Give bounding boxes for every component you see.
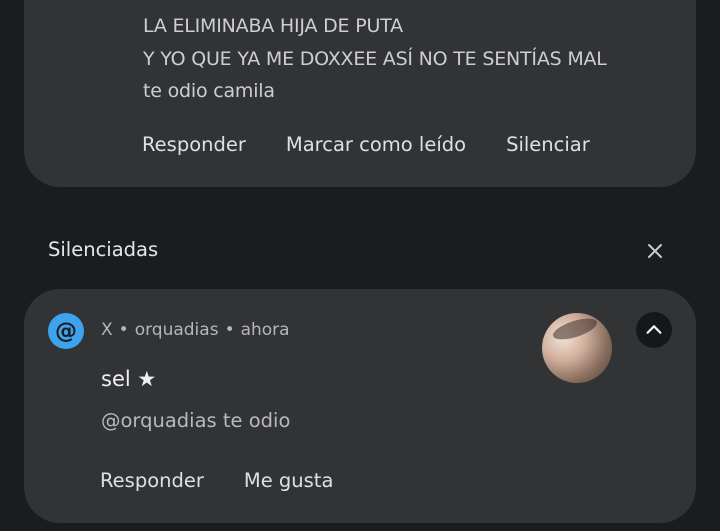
message-line: te odio camila <box>143 80 275 102</box>
notification-body: @orquadias te odio <box>101 409 291 432</box>
message-line: Y YO QUE YA ME DOXXEE ASÍ NO TE SENTÍAS … <box>143 47 607 70</box>
separator-dot: • <box>224 320 235 340</box>
collapse-button[interactable] <box>636 312 672 348</box>
notification-title: sel ★ <box>101 367 157 391</box>
reply-button[interactable]: Responder <box>142 133 246 156</box>
like-button[interactable]: Me gusta <box>244 469 334 492</box>
message-line: LA ELIMINABA HIJA DE PUTA <box>143 15 403 37</box>
timestamp: ahora <box>240 320 290 340</box>
notification-message: LA ELIMINABA HIJA DE PUTA Y YO QUE YA ME… <box>143 10 607 108</box>
close-icon[interactable] <box>643 239 667 263</box>
reply-button[interactable]: Responder <box>100 469 204 492</box>
silenced-section-title: Silenciadas <box>48 238 159 261</box>
avatar <box>542 313 612 383</box>
at-sign-icon: @ <box>48 313 84 349</box>
app-name: X <box>101 320 113 340</box>
notification-card-previous[interactable]: LA ELIMINABA HIJA DE PUTA Y YO QUE YA ME… <box>24 0 696 187</box>
mute-button[interactable]: Silenciar <box>506 133 590 156</box>
notification-meta: X • orquadias • ahora <box>101 320 290 340</box>
account-name: orquadias <box>134 320 219 340</box>
chevron-up-icon <box>646 325 662 334</box>
notification-actions: Responder Marcar como leído Silenciar <box>142 133 590 156</box>
mark-read-button[interactable]: Marcar como leído <box>286 133 466 156</box>
separator-dot: • <box>118 320 129 340</box>
notification-actions: Responder Me gusta <box>100 469 333 492</box>
notification-card-silenced[interactable]: @ X • orquadias • ahora sel ★ @orquadias te … <box>24 289 696 523</box>
